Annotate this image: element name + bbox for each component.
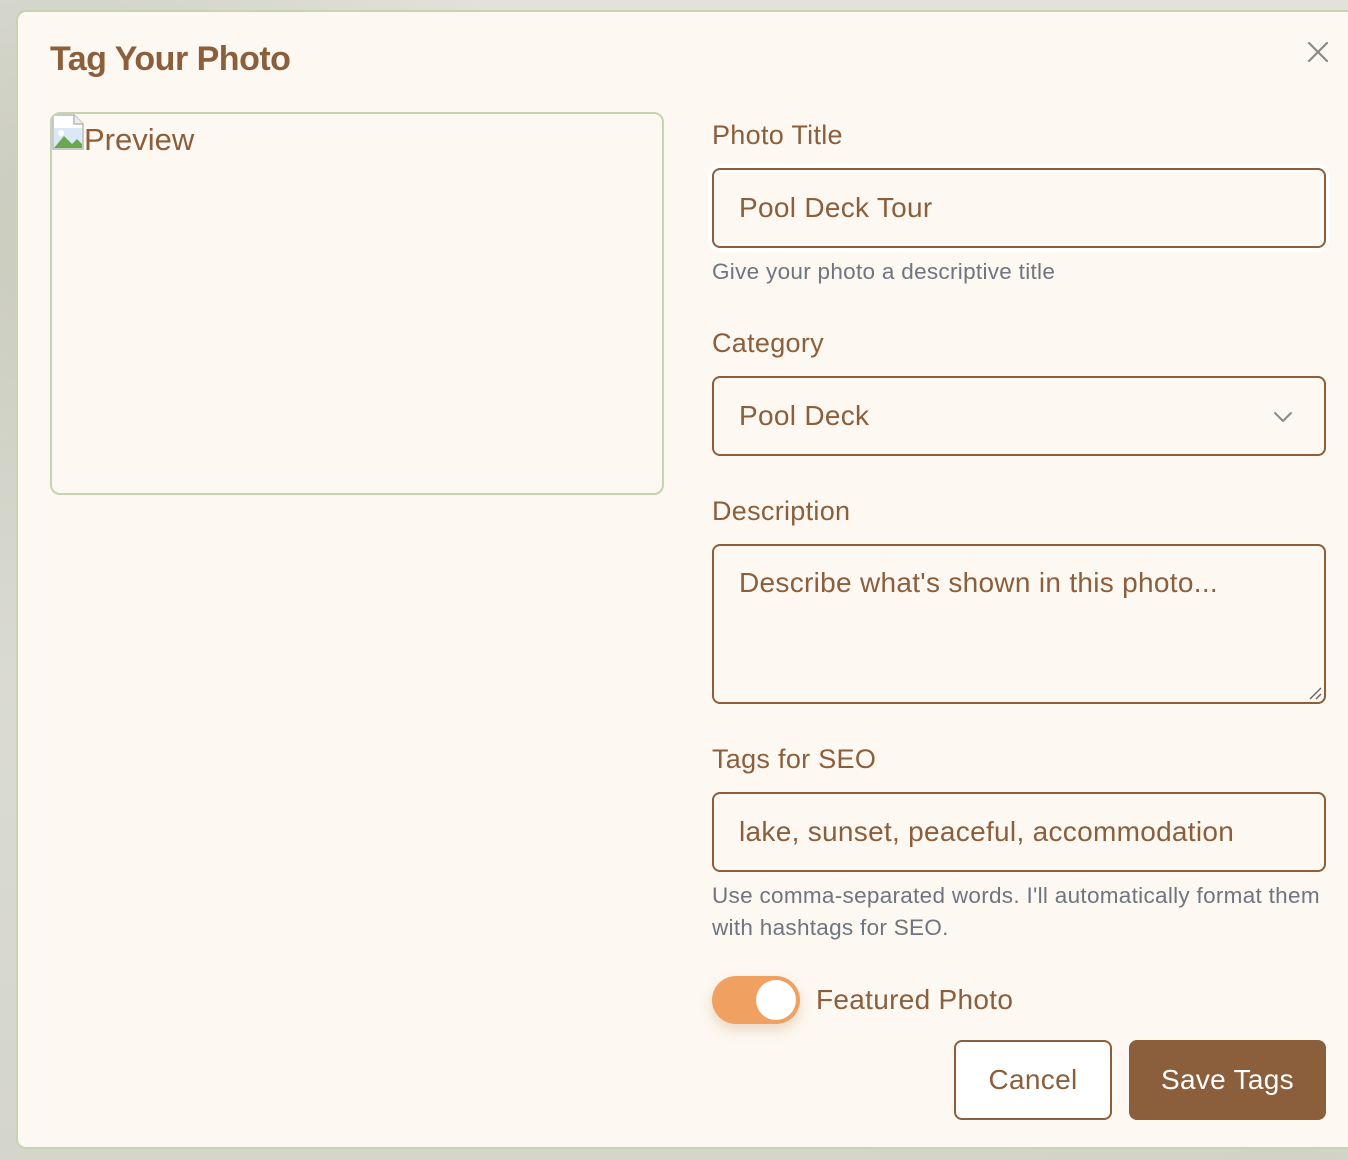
cancel-button[interactable]: Cancel: [954, 1040, 1112, 1120]
category-select[interactable]: Pool Deck: [712, 376, 1326, 456]
close-button[interactable]: [1302, 36, 1334, 68]
close-icon: [1307, 41, 1329, 63]
save-tags-button[interactable]: Save Tags: [1129, 1040, 1326, 1120]
featured-photo-label: Featured Photo: [816, 984, 1014, 1015]
tags-label: Tags for SEO: [712, 744, 877, 774]
preview-alt-text: Preview: [84, 122, 195, 157]
description-placeholder: Describe what's shown in this photo...: [739, 567, 1218, 598]
description-textarea[interactable]: Describe what's shown in this photo...: [712, 544, 1326, 704]
tag-photo-dialog: Tag Your Photo Preview Photo Title Pool …: [16, 10, 1348, 1149]
tags-helper: Use comma-separated words. I'll automati…: [712, 883, 1320, 940]
photo-preview: Preview: [50, 112, 664, 495]
chevron-down-icon: [1274, 412, 1292, 422]
toggle-knob: [756, 980, 796, 1020]
photo-title-value: Pool Deck Tour: [739, 192, 933, 223]
tags-value: lake, sunset, peaceful, accommodation: [739, 816, 1235, 847]
photo-title-label: Photo Title: [712, 120, 843, 150]
category-label: Category: [712, 328, 824, 358]
tags-input[interactable]: lake, sunset, peaceful, accommodation: [712, 792, 1326, 872]
broken-image-icon: [52, 114, 84, 150]
photo-title-input[interactable]: Pool Deck Tour: [712, 168, 1326, 248]
resize-handle-icon[interactable]: [1306, 684, 1322, 700]
featured-photo-toggle[interactable]: [712, 976, 800, 1024]
dialog-title: Tag Your Photo: [50, 40, 291, 78]
category-value: Pool Deck: [739, 400, 870, 431]
photo-title-helper: Give your photo a descriptive title: [712, 259, 1056, 284]
description-label: Description: [712, 496, 851, 526]
